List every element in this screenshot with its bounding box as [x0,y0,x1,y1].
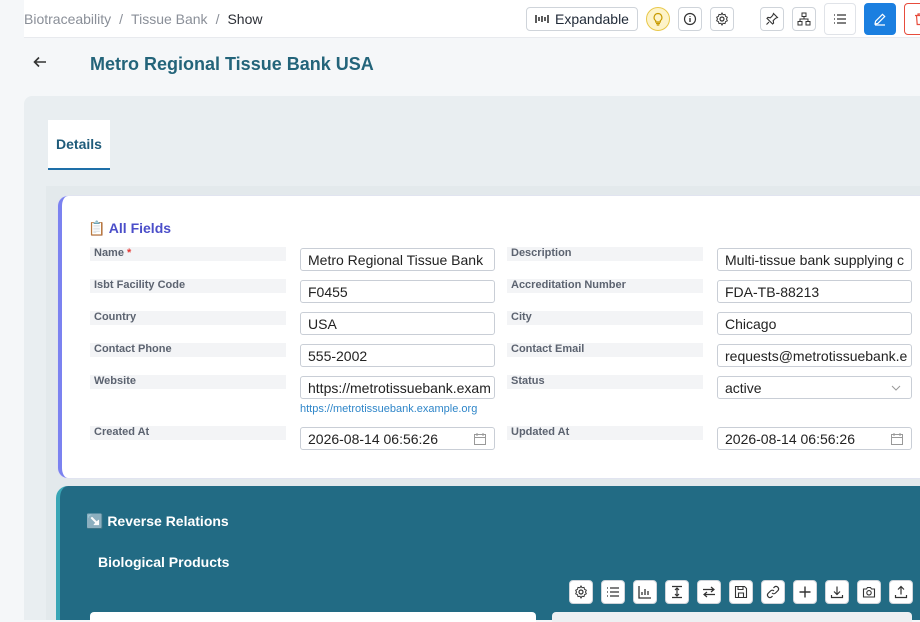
website-link[interactable]: https://metrotissuebank.example.org [300,403,477,415]
lightbulb-icon [653,12,663,26]
breadcrumb: Biotraceability / Tissue Bank / Show [24,11,263,27]
text-height-icon [672,585,682,599]
created-field[interactable]: 2026-08-14 06:56:26 [300,427,495,450]
grid-snapshot-button[interactable] [857,580,881,604]
hierarchy-button[interactable] [792,7,816,31]
breadcrumb-biotraceability[interactable]: Biotraceability [24,11,111,27]
country-field[interactable]: USA [300,312,495,335]
updated-label: Updated At [507,426,703,440]
grid-list-button[interactable] [601,580,625,604]
delete-button[interactable] [904,3,920,35]
grid-upload-button[interactable] [889,580,913,604]
info-icon [683,12,697,26]
all-fields-title: 📋 All Fields [88,220,172,236]
calendar-icon [474,433,486,445]
list-icon [607,587,619,597]
list-icon [834,14,846,24]
country-label: Country [90,311,286,325]
phone-label: Contact Phone [90,343,286,357]
accreditation-label: Accreditation Number [507,279,703,293]
breadcrumb-tissue-bank[interactable]: Tissue Bank [131,11,208,27]
bar-chart-icon [638,586,651,599]
swap-icon [703,586,715,598]
grid-row-height-button[interactable] [665,580,689,604]
biological-products-heading: Biological Products [98,554,230,570]
grid-save-button[interactable] [729,580,753,604]
edit-button[interactable] [864,3,896,35]
isbt-field[interactable]: F0455 [300,280,495,303]
city-label: City [507,311,703,325]
description-field[interactable]: Multi-tissue bank supplying c [717,248,912,271]
grid-settings-button[interactable] [569,580,593,604]
pin-button[interactable] [760,7,784,31]
pin-icon [766,12,779,25]
isbt-label: Isbt Facility Code [90,279,286,293]
page-title: Metro Regional Tissue Bank USA [90,54,374,74]
website-label: Website [90,375,286,389]
grid-add-button[interactable] [793,580,817,604]
city-field[interactable]: Chicago [717,312,912,335]
main-panel: Details 📋 All Fields Name * Metro Region… [24,96,920,622]
expandable-label: Expandable [555,11,629,27]
chevron-down-icon [891,385,901,391]
email-field[interactable]: requests@metrotissuebank.e [717,344,912,367]
calendar-icon [891,433,903,445]
products-side-panel [552,612,912,622]
updated-field[interactable]: 2026-08-14 06:56:26 [717,427,912,450]
accreditation-field[interactable]: FDA-TB-88213 [717,280,912,303]
grid-link-button[interactable] [761,580,785,604]
reverse-relations-title: ↘️ Reverse Relations [86,513,229,529]
phone-field[interactable]: 555-2002 [300,344,495,367]
tips-button[interactable] [646,7,670,31]
created-label: Created At [90,426,286,440]
trash-icon [915,13,920,26]
top-bar: Biotraceability / Tissue Bank / Show Expanda… [24,0,920,38]
download-icon [830,586,844,599]
tab-details[interactable]: Details [48,120,110,170]
grid-download-button[interactable] [825,580,849,604]
gear-icon [575,585,587,599]
email-label: Contact Email [507,343,703,357]
created-value: 2026-08-14 06:56:26 [308,431,438,447]
camera-icon [862,586,876,598]
grid-swap-button[interactable] [697,580,721,604]
save-icon [734,585,748,599]
back-arrow-icon[interactable] [32,54,48,70]
info-button[interactable] [678,7,702,31]
name-label: Name * [90,247,286,261]
expandable-button[interactable]: Expandable [526,7,638,31]
status-label: Status [507,375,703,389]
updated-value: 2026-08-14 06:56:26 [725,431,855,447]
settings-button[interactable] [710,7,734,31]
sitemap-icon [797,12,811,26]
plus-icon [799,586,811,598]
status-value: active [725,380,762,396]
status-select[interactable]: active [717,376,912,399]
grid-chart-button[interactable] [633,580,657,604]
description-label: Description [507,247,703,261]
breadcrumb-current: Show [227,11,263,27]
pencil-icon [874,13,886,26]
link-icon [766,585,780,599]
website-field[interactable]: https://metrotissuebank.exam [300,376,495,399]
expand-icon [535,15,549,23]
list-button[interactable] [824,3,856,35]
reverse-relations-card: ↘️ Reverse Relations Biological Products [56,486,920,622]
all-fields-card: 📋 All Fields Name * Metro Regional Tissu… [58,196,920,478]
name-field[interactable]: Metro Regional Tissue Bank [300,248,495,271]
upload-icon [894,585,908,599]
products-grid [90,612,536,622]
gear-icon [716,12,728,26]
